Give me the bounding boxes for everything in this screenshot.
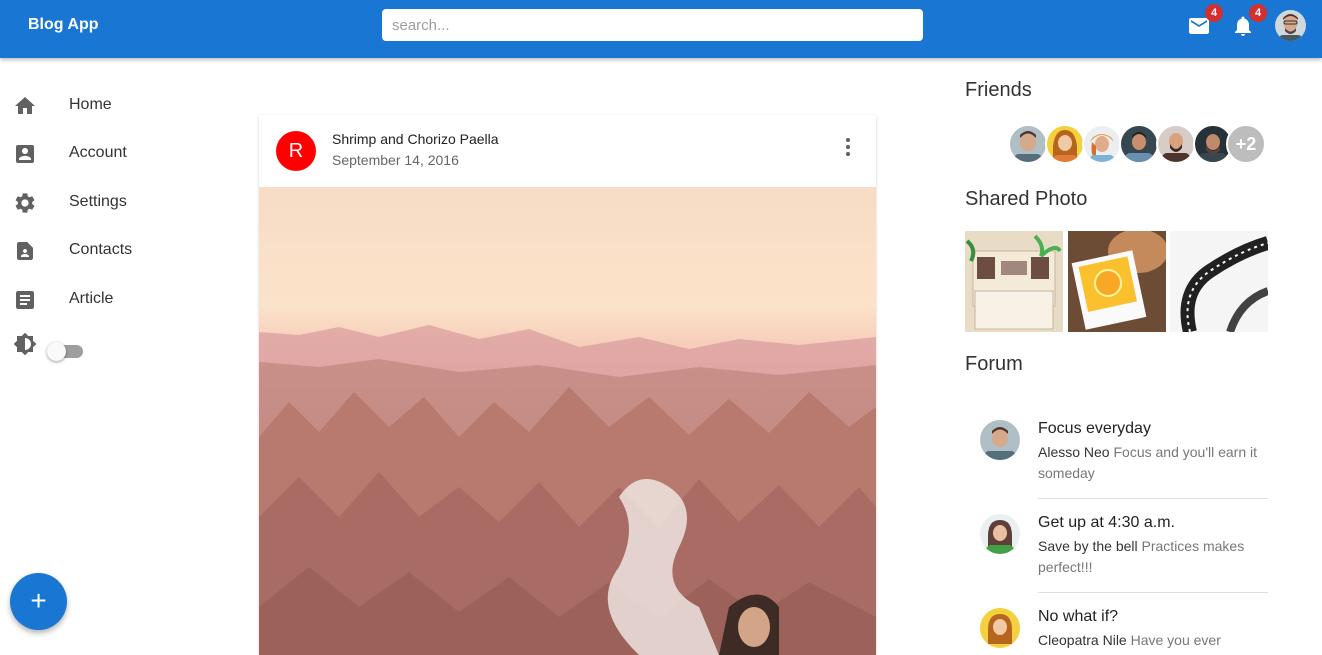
forum-item-text: Cleopatra Nile Have you ever [1038,630,1266,651]
shared-photo-image [965,231,1063,332]
post-card: R Shrimp and Chorizo Paella September 14… [259,115,876,655]
shared-photo-thumbnail[interactable] [965,231,1063,332]
toggle-thumb [47,342,66,361]
sidebar-item-home[interactable]: Home [0,84,240,128]
notifications-button[interactable]: 4 [1231,4,1267,38]
sidebar-item-label: Account [69,144,127,161]
shared-photo-thumbnail[interactable] [1068,231,1166,332]
user-avatar-image [1275,10,1306,41]
friend-avatar-image [1014,131,1042,162]
contact-page-icon [17,242,33,260]
forum-item-title: No what if? [1038,608,1119,625]
forum-item-text: Alesso Neo Focus and you'll earn it some… [1038,442,1266,484]
app-title: Blog App [28,16,99,33]
sidebar-item-label: Settings [69,193,127,210]
sidebar-item-account[interactable]: Account [0,132,240,176]
notification-badge: 4 [1249,4,1267,22]
friend-avatar-image [1090,134,1114,162]
brightness-icon [13,332,37,356]
forum-avatar-image [986,520,1014,554]
forum-item-author: Save by the bell [1038,538,1138,554]
post-avatar: R [276,131,316,171]
account-box-icon [16,145,34,163]
friend-avatar[interactable] [1045,124,1085,164]
forum-item[interactable]: No what if? Cleopatra Nile Have you ever [980,608,1268,648]
search-input[interactable] [382,9,923,41]
friends-title: Friends [965,79,1032,101]
divider [1038,592,1268,593]
add-button[interactable]: + [10,573,67,630]
friend-avatar[interactable] [1156,124,1196,164]
forum-item[interactable]: Focus everyday Alesso Neo Focus and you'… [980,420,1268,500]
forum-title: Forum [965,353,1023,375]
friends-more-count[interactable]: +2 [1226,124,1266,164]
forum-avatar-image [984,427,1016,460]
user-avatar[interactable] [1275,10,1306,41]
shared-photo-title: Shared Photo [965,188,1088,210]
home-icon [15,97,35,114]
forum-item-author: Cleopatra Nile [1038,632,1127,648]
forum-item-title: Focus everyday [1038,420,1151,437]
gear-icon [15,193,35,213]
forum-avatar [980,420,1020,460]
shared-photo-image [1068,231,1166,332]
sidebar-item-settings[interactable]: Settings [0,181,240,225]
article-icon [16,291,34,309]
post-date: September 14, 2016 [332,152,459,168]
friend-avatar-image [1125,132,1153,162]
forum-item-author: Alesso Neo [1038,444,1110,460]
sidebar-item-label: Article [69,290,114,307]
mail-badge: 4 [1205,4,1223,22]
friend-avatar[interactable] [1119,124,1159,164]
shared-photo-image [1170,231,1268,332]
forum-avatar [980,514,1020,554]
forum-avatar [980,608,1020,648]
more-vert-icon[interactable] [837,135,859,159]
app-bar: Blog App 4 4 [0,0,1322,58]
friend-avatar-image [1053,130,1077,162]
sidebar-item-label: Contacts [69,241,133,258]
forum-item-text: Save by the bell Practices makes perfect… [1038,536,1266,578]
forum-item-snippet: Have you ever [1130,632,1221,648]
mail-button[interactable]: 4 [1187,4,1223,38]
shared-photo-thumbnail[interactable] [1170,231,1268,332]
sidebar-item-label: Home [69,96,112,113]
theme-toggle[interactable] [47,342,85,362]
forum-avatar-image [988,614,1012,644]
post-title: Shrimp and Chorizo Paella [332,131,499,147]
sidebar-item-article[interactable]: Article [0,278,240,322]
divider [1038,498,1268,499]
forum-item-title: Get up at 4:30 a.m. [1038,514,1175,531]
post-image [259,187,876,655]
friend-avatar[interactable] [1008,124,1048,164]
friend-avatar-image [1162,133,1190,162]
sidebar-item-contacts[interactable]: Contacts [0,229,240,273]
forum-item[interactable]: Get up at 4:30 a.m. Save by the bell Pra… [980,514,1268,594]
friend-avatar[interactable] [1082,124,1122,164]
